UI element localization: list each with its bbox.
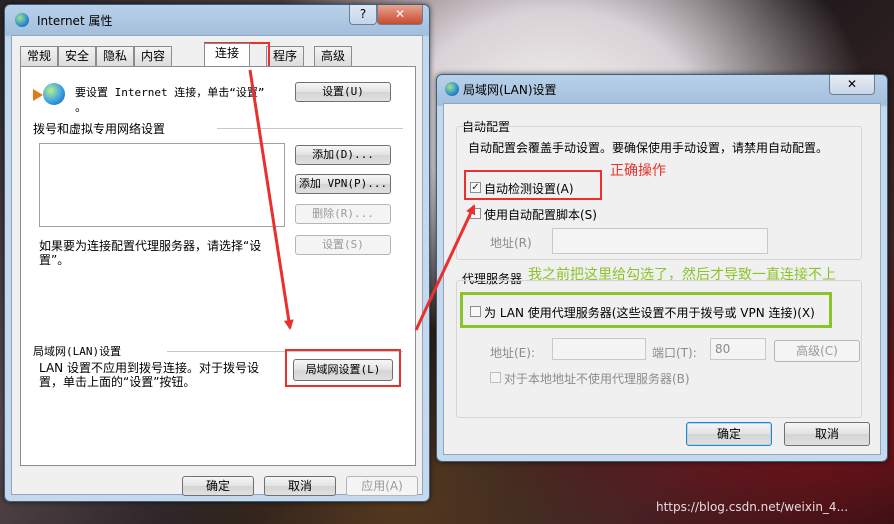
proxy-hint-text: 如果要为连接配置代理服务器，请选择“设 — [39, 239, 262, 253]
apply-button[interactable]: 应用(A) — [346, 476, 418, 496]
dialog-body: 常规 安全 隐私 内容 连接 程序 程序 高级 要设置 Internet 连接，… — [11, 35, 423, 496]
tab-privacy[interactable]: 隐私 — [96, 46, 134, 66]
annotation-box-auto-detect — [464, 170, 602, 200]
title-bar[interactable]: 局域网(LAN)设置 ✕ — [437, 75, 887, 105]
tab-security[interactable]: 安全 — [58, 46, 96, 66]
lan-group-label: 局域网(LAN)设置 — [33, 345, 122, 358]
internet-options-icon — [445, 82, 459, 96]
use-script-checkbox[interactable] — [470, 208, 481, 219]
use-proxy-label[interactable]: 为 LAN 使用代理服务器(这些设置不用于拨号或 VPN 连接)(X) — [484, 304, 815, 321]
tab-advanced[interactable]: 高级 — [314, 46, 352, 66]
proxy-hint-text-2: 置”。 — [39, 253, 70, 267]
add-button[interactable]: 添加(D)... — [295, 145, 391, 165]
setup-text-end: 。 — [75, 100, 88, 114]
close-button[interactable]: ✕ — [829, 75, 875, 95]
proxy-address-label: 地址(E): — [490, 346, 535, 360]
setup-text: 要设置 Internet 连接，单击“设置” — [75, 86, 265, 99]
script-address-label: 地址(R) — [490, 236, 532, 250]
connection-list[interactable] — [39, 143, 285, 227]
delete-button[interactable]: 删除(R)... — [295, 204, 391, 224]
lan-hint-text-2: 置，单击上面的“设置”按钮。 — [39, 375, 196, 389]
settings-button[interactable]: 设置(S) — [295, 235, 391, 255]
dialup-group-line — [217, 128, 403, 129]
cancel-button[interactable]: 取消 — [784, 422, 870, 446]
title-bar[interactable]: Internet 属性 ? ✕ — [5, 5, 429, 35]
help-button[interactable]: ? — [349, 5, 377, 25]
dialup-group-label: 拨号和虚拟专用网络设置 — [33, 122, 166, 136]
tab-connections[interactable]: 连接 — [204, 43, 250, 66]
tab-content[interactable]: 内容 — [134, 46, 172, 66]
script-address-input[interactable] — [552, 228, 768, 254]
cancel-button[interactable]: 取消 — [264, 476, 336, 496]
watermark: https://blog.csdn.net/weixin_4... — [656, 500, 849, 514]
proxy-address-input[interactable] — [552, 338, 646, 360]
bypass-local-label[interactable]: 对于本地地址不使用代理服务器(B) — [504, 370, 690, 387]
tab-general[interactable]: 常规 — [20, 46, 58, 66]
use-script-label[interactable]: 使用自动配置脚本(S) — [484, 206, 597, 223]
auto-config-description: 自动配置会覆盖手动设置。要确保使用手动设置，请禁用自动配置。 — [468, 141, 829, 155]
arrow-icon — [33, 89, 43, 101]
tab-programs[interactable]: 程序 — [266, 46, 304, 66]
ok-button[interactable]: 确定 — [182, 476, 254, 496]
annotation-correct: 正确操作 — [610, 163, 666, 179]
internet-properties-window: Internet 属性 ? ✕ 常规 安全 隐私 内容 连接 程序 程序 高级 … — [4, 4, 430, 502]
bypass-local-checkbox[interactable] — [490, 372, 501, 383]
port-input[interactable]: 80 — [710, 338, 766, 360]
annotation-box-lan-button — [285, 349, 401, 387]
tab-panel: 要设置 Internet 连接，单击“设置” 。 设置(U) 拨号和虚拟专用网络… — [20, 66, 416, 466]
window-title: Internet 属性 — [37, 14, 113, 28]
add-vpn-button[interactable]: 添加 VPN(P)... — [295, 174, 391, 194]
close-button[interactable]: ✕ — [377, 5, 423, 25]
port-label: 端口(T): — [652, 346, 697, 360]
tab-strip: 常规 安全 隐私 内容 连接 程序 程序 高级 — [20, 43, 400, 66]
use-proxy-checkbox[interactable] — [470, 306, 481, 317]
advanced-button[interactable]: 高级(C) — [774, 340, 860, 362]
internet-options-icon — [15, 13, 29, 27]
setup-button[interactable]: 设置(U) — [295, 82, 391, 102]
window-title: 局域网(LAN)设置 — [463, 83, 557, 97]
annotation-note: 我之前把这里给勾选了，然后才导致一直连接不上 — [528, 267, 836, 283]
globe-icon — [43, 83, 65, 105]
ok-button[interactable]: 确定 — [686, 422, 772, 446]
